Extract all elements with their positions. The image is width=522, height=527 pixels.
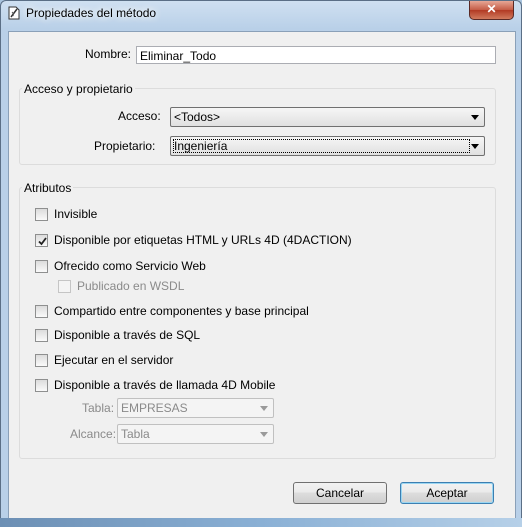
check-icon <box>38 237 47 246</box>
chevron-down-icon <box>260 406 268 411</box>
sql-checkbox[interactable] <box>35 329 48 342</box>
nombre-field[interactable]: Eliminar_Todo <box>136 46 496 64</box>
server-label: Ejecutar en el servidor <box>54 353 174 367</box>
wsdl-label: Publicado en WSDL <box>77 279 185 293</box>
method-properties-icon <box>6 5 22 21</box>
atributos-group-title: Atributos <box>22 181 74 195</box>
propietario-label: Propietario: <box>94 139 156 153</box>
tabla-label: Tabla: <box>82 401 115 415</box>
cancel-button[interactable]: Cancelar <box>293 482 387 504</box>
4d-mobile-checkbox[interactable] <box>35 379 48 392</box>
title-bar[interactable]: Propiedades del método ✕ <box>1 1 521 27</box>
dialog-body: Nombre: Eliminar_Todo Acceso y propietar… <box>8 31 516 520</box>
acceso-label: Acceso: <box>118 109 161 123</box>
web-service-label: Ofrecido como Servicio Web <box>54 259 206 273</box>
sql-label: Disponible a través de SQL <box>54 328 201 342</box>
alcance-select-value: Tabla <box>121 427 150 441</box>
tabla-select-value: EMPRESAS <box>121 401 188 415</box>
shared-label: Compartido entre componentes y base prin… <box>54 304 309 318</box>
invisible-label: Invisible <box>54 207 98 221</box>
4daction-label: Disponible por etiquetas HTML y URLs 4D … <box>54 233 352 247</box>
4daction-checkbox[interactable] <box>35 234 48 247</box>
chevron-down-icon <box>471 115 479 120</box>
focus-ring <box>173 139 470 153</box>
tabla-select[interactable]: EMPRESAS <box>117 398 274 418</box>
4d-mobile-label: Disponible a través de llamada 4D Mobile <box>54 378 276 392</box>
accept-button[interactable]: Aceptar <box>400 482 494 504</box>
alcance-select[interactable]: Tabla <box>117 424 274 444</box>
window-title: Propiedades del método <box>26 6 157 20</box>
server-checkbox[interactable] <box>35 354 48 367</box>
invisible-checkbox[interactable] <box>35 208 48 221</box>
web-service-checkbox[interactable] <box>35 260 48 273</box>
acceso-select-value: <Todos> <box>174 110 221 124</box>
close-icon: ✕ <box>486 2 497 16</box>
chevron-down-icon <box>260 432 268 437</box>
atributos-group: Atributos Invisible Disponible por etiqu… <box>19 181 496 459</box>
close-button[interactable]: ✕ <box>469 1 514 20</box>
acceso-select[interactable]: <Todos> <box>170 107 485 127</box>
propietario-select[interactable]: Ingeniería <box>170 136 485 156</box>
nombre-label: Nombre: <box>85 47 132 61</box>
wsdl-checkbox[interactable] <box>58 280 71 293</box>
shared-checkbox[interactable] <box>35 305 48 318</box>
alcance-label: Alcance: <box>70 427 117 441</box>
taskbar-strip <box>0 518 522 527</box>
acceso-group-title: Acceso y propietario <box>22 82 135 96</box>
dialog-window: Propiedades del método ✕ Nombre: Elimina… <box>0 0 522 527</box>
acceso-group: Acceso y propietario Acceso: <Todos> Pro… <box>19 82 496 165</box>
chevron-down-icon <box>471 144 479 149</box>
